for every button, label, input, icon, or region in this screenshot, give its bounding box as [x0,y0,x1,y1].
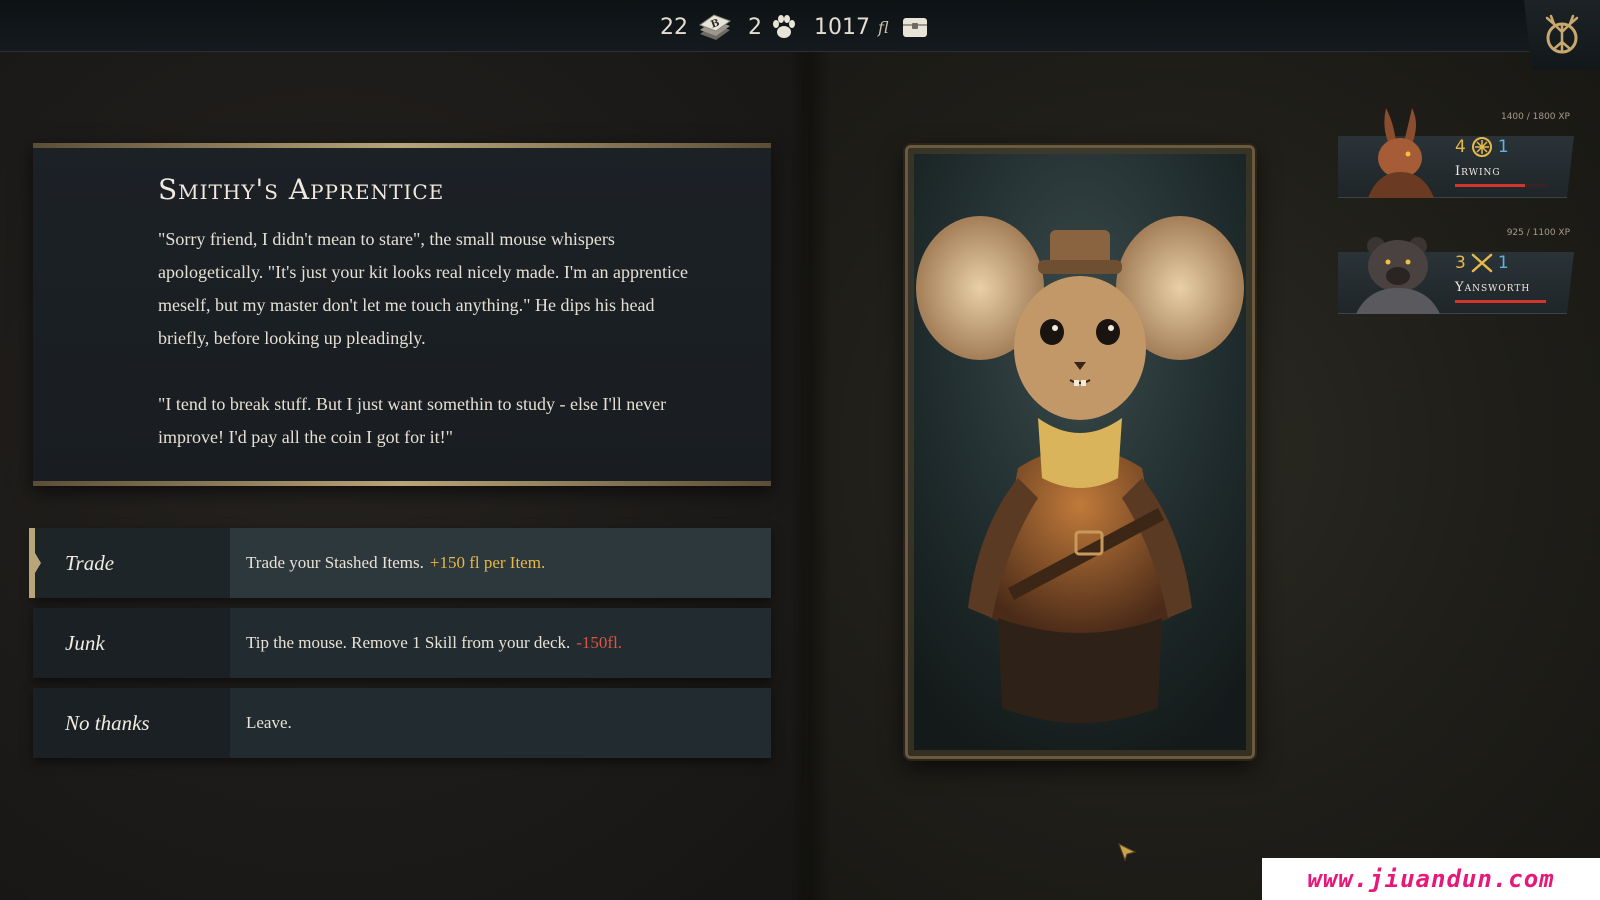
mouse-apprentice-portrait [905,145,1255,759]
choice-description: Trade your Stashed Items. +150 fl per It… [230,528,771,598]
antler-tree-emblem-icon[interactable] [1524,0,1600,70]
choice-description-text: Leave. [246,713,292,732]
health-bar [1455,184,1548,187]
choice-label: Trade [29,528,230,598]
choice-junk[interactable]: Junk Tip the mouse. Remove 1 Skill from … [33,608,771,678]
hare-portrait [1368,108,1434,198]
gold-count: 1017 [814,14,870,40]
card-deck-icon: B [696,12,732,42]
crossed-swords-icon [1470,252,1494,274]
stat-primary: 3 [1455,253,1466,273]
member-name: Yansworth [1455,280,1531,295]
choice-label: Junk [33,608,230,678]
stat-secondary: 1 [1497,137,1509,157]
health-bar-fill [1455,300,1547,303]
shield-icon [1470,136,1494,158]
member-stats: 4 1 [1455,136,1509,158]
choice-no-thanks[interactable]: No thanks Leave. [33,688,771,758]
event-card: Smithy's Apprentice "Sorry friend, I did… [33,143,771,486]
party-member-irwing[interactable]: 1400 / 1800 XP 4 1 Irwing [1338,108,1578,198]
paws-count: 2 [748,14,762,40]
party-member-yansworth[interactable]: 925 / 1100 XP 3 1 Yansworth [1338,228,1578,314]
gold-unit: fl [878,17,889,37]
event-paragraph-2: "I tend to break stuff. But I just want … [158,394,667,447]
xp-counter: 1400 / 1800 XP [1500,112,1570,122]
treasure-chest-icon[interactable] [901,14,929,40]
bear-portrait [1356,237,1440,314]
choice-penalty: -150fl. [576,633,623,652]
pointer-cursor-icon [1118,842,1137,862]
health-bar-fill [1455,184,1525,187]
paw-icon [770,13,798,41]
cards-count: 22 [660,14,688,40]
choice-description-text: Trade your Stashed Items. [246,553,424,572]
stat-secondary: 1 [1497,253,1509,273]
health-bar [1455,300,1548,303]
stat-primary: 4 [1455,137,1466,157]
event-description: "Sorry friend, I didn't mean to stare", … [158,223,698,454]
choice-description: Leave. [230,688,771,758]
choice-label-text: No thanks [65,710,150,735]
choice-label-text: Trade [65,550,115,575]
background-seam [790,0,830,900]
resource-counters: 22 B 2 1017 fl [660,10,945,44]
choice-trade[interactable]: Trade Trade your Stashed Items. +150 fl … [29,528,771,598]
member-name: Irwing [1455,164,1501,179]
xp-counter: 925 / 1100 XP [1506,228,1570,238]
choice-description: Tip the mouse. Remove 1 Skill from your … [230,608,771,678]
selection-marker-icon [29,528,41,598]
event-title: Smithy's Apprentice [158,173,445,206]
watermark: www.jiuandun.com [1262,858,1600,900]
event-paragraph-1: "Sorry friend, I didn't mean to stare", … [158,229,689,348]
choice-description-text: Tip the mouse. Remove 1 Skill from your … [246,633,571,652]
member-stats: 3 1 [1455,252,1509,274]
choice-label-text: Junk [65,630,105,655]
resource-bar: 22 B 2 1017 fl [0,0,1600,70]
mouse-illustration [908,148,1252,756]
choice-bonus: +150 fl per Item. [429,553,546,572]
choice-label: No thanks [33,688,230,758]
